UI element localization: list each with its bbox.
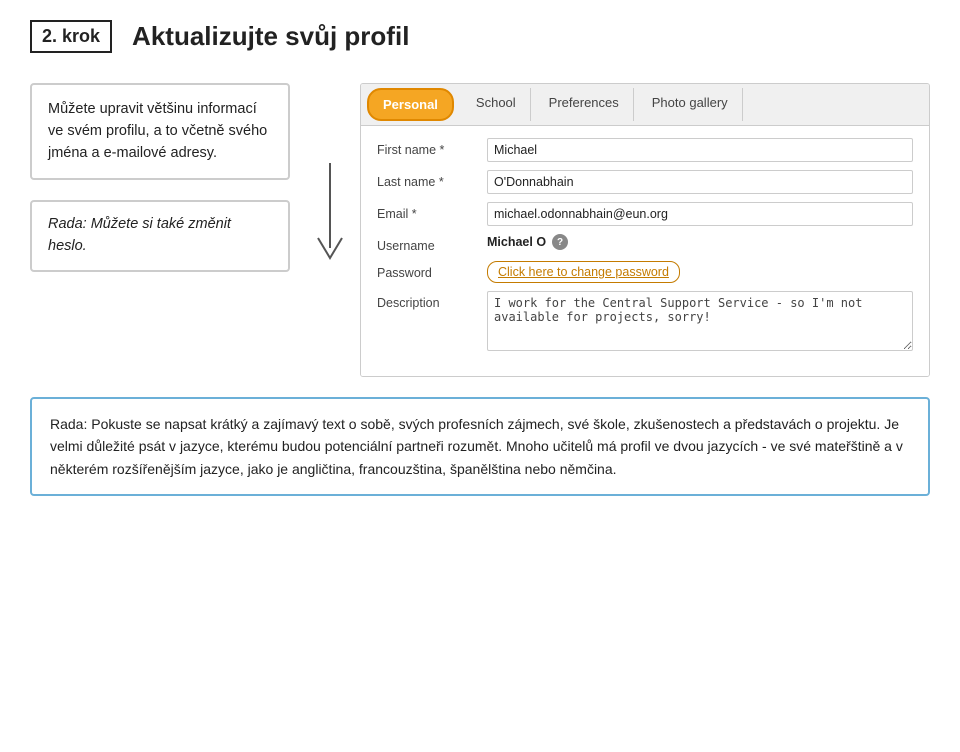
tip-text: Rada: Můžete si také změnit heslo. (48, 216, 231, 254)
label-firstname: First name * (377, 138, 487, 157)
page-header: 2. krok Aktualizujte svůj profil (30, 20, 930, 53)
input-firstname[interactable] (487, 138, 913, 162)
bottom-tip-text: Rada: Pokuste se napsat krátký a zajímav… (50, 416, 903, 477)
form-row-description: Description I work for the Central Suppo… (377, 291, 913, 356)
tab-preferences[interactable]: Preferences (535, 88, 634, 121)
field-password: Click here to change password (487, 261, 913, 283)
tip-box: Rada: Můžete si také změnit heslo. (30, 200, 290, 272)
form-row-lastname: Last name * (377, 170, 913, 194)
label-password: Password (377, 261, 487, 280)
arrow-icon (303, 163, 358, 283)
step-label: 2. krok (30, 20, 112, 53)
input-description[interactable]: I work for the Central Support Service -… (487, 291, 913, 351)
field-lastname (487, 170, 913, 194)
change-password-link[interactable]: Click here to change password (487, 261, 680, 283)
form-area: First name * Last name * Email * (361, 126, 929, 376)
field-description: I work for the Central Support Service -… (487, 291, 913, 356)
help-icon[interactable]: ? (552, 234, 568, 250)
profile-form-panel: Personal School Preferences Photo galler… (360, 83, 930, 377)
left-panel: Můžete upravit většinu informací ve svém… (30, 83, 300, 377)
username-value: Michael O (487, 235, 546, 249)
info-box: Můžete upravit většinu informací ve svém… (30, 83, 290, 180)
label-description: Description (377, 291, 487, 310)
bottom-tip-box: Rada: Pokuste se napsat krátký a zajímav… (30, 397, 930, 496)
tab-personal[interactable]: Personal (367, 88, 454, 121)
tab-school[interactable]: School (462, 88, 531, 121)
label-username: Username (377, 234, 487, 253)
form-row-username: Username Michael O ? (377, 234, 913, 253)
tabs-bar: Personal School Preferences Photo galler… (361, 84, 929, 126)
form-row-firstname: First name * (377, 138, 913, 162)
info-text: Můžete upravit většinu informací ve svém… (48, 101, 267, 161)
input-lastname[interactable] (487, 170, 913, 194)
main-content: Můžete upravit většinu informací ve svém… (30, 83, 930, 377)
label-lastname: Last name * (377, 170, 487, 189)
field-email (487, 202, 913, 226)
page-title: Aktualizujte svůj profil (132, 21, 409, 52)
input-email[interactable] (487, 202, 913, 226)
arrow-area (300, 83, 360, 377)
tab-photo-gallery[interactable]: Photo gallery (638, 88, 743, 121)
form-row-email: Email * (377, 202, 913, 226)
field-firstname (487, 138, 913, 162)
field-username: Michael O ? (487, 234, 913, 250)
form-row-password: Password Click here to change password (377, 261, 913, 283)
label-email: Email * (377, 202, 487, 221)
